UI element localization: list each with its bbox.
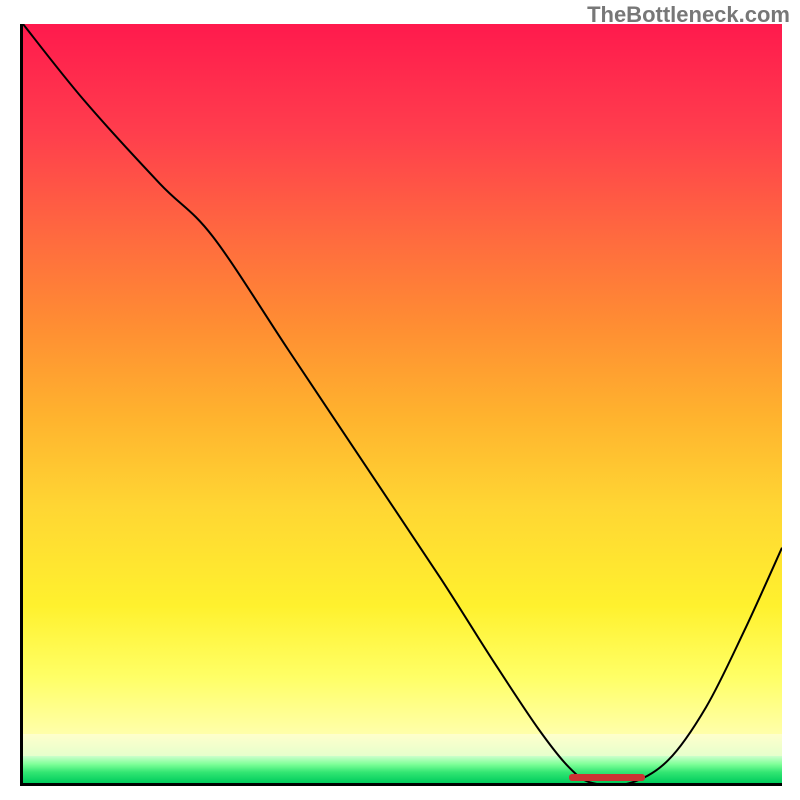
curve-svg	[23, 24, 782, 783]
bottleneck-curve	[23, 24, 782, 783]
chart-container: TheBottleneck.com	[0, 0, 800, 800]
watermark-text: TheBottleneck.com	[587, 2, 790, 28]
optimal-range-marker	[569, 774, 645, 781]
plot-area	[20, 24, 782, 786]
